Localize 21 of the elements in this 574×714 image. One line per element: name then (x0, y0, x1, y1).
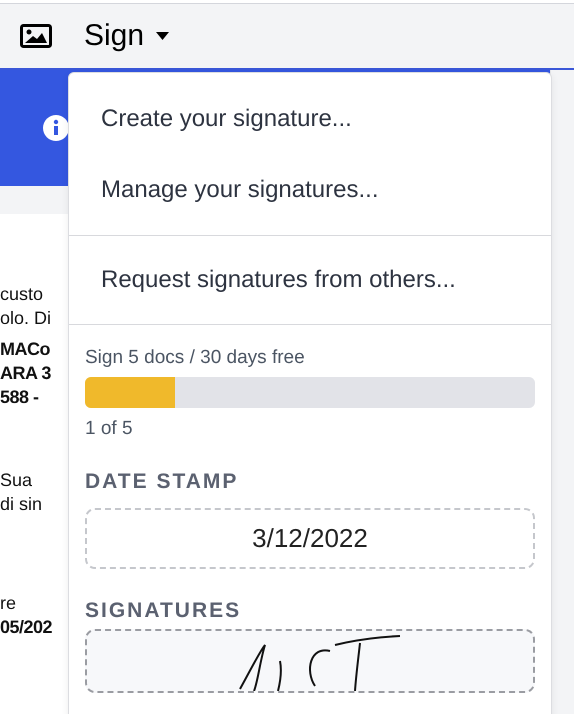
progress-count: 1 of 5 (85, 418, 133, 440)
document-text: Sua (0, 470, 32, 491)
menu-item[interactable]: Manage your signatures... (69, 154, 410, 225)
image-icon[interactable] (20, 24, 52, 48)
section-heading: SIGNATURES (85, 599, 242, 623)
date-stamp-button[interactable]: 3/12/2022 (85, 508, 535, 569)
document-text: custo (0, 284, 44, 305)
document-text: re (0, 593, 16, 614)
document-text: MACo (0, 339, 50, 360)
section-heading: DATE STAMP (85, 470, 238, 494)
sign-menu-button[interactable]: Sign (84, 19, 170, 53)
document-text: ARA 3 (0, 363, 51, 384)
menu-item[interactable]: Create your signature... (69, 83, 384, 154)
document-text: olo. Di (0, 308, 52, 329)
caret-icon (156, 32, 170, 40)
signature-button[interactable] (85, 629, 535, 693)
document-text: di sin (0, 494, 42, 515)
menu-item[interactable]: Request signatures from others... (69, 246, 488, 314)
document-text: 05/202 (0, 617, 52, 638)
trial-text: Sign 5 docs / 30 days free (85, 347, 305, 369)
document-text: 588 - (0, 387, 39, 408)
